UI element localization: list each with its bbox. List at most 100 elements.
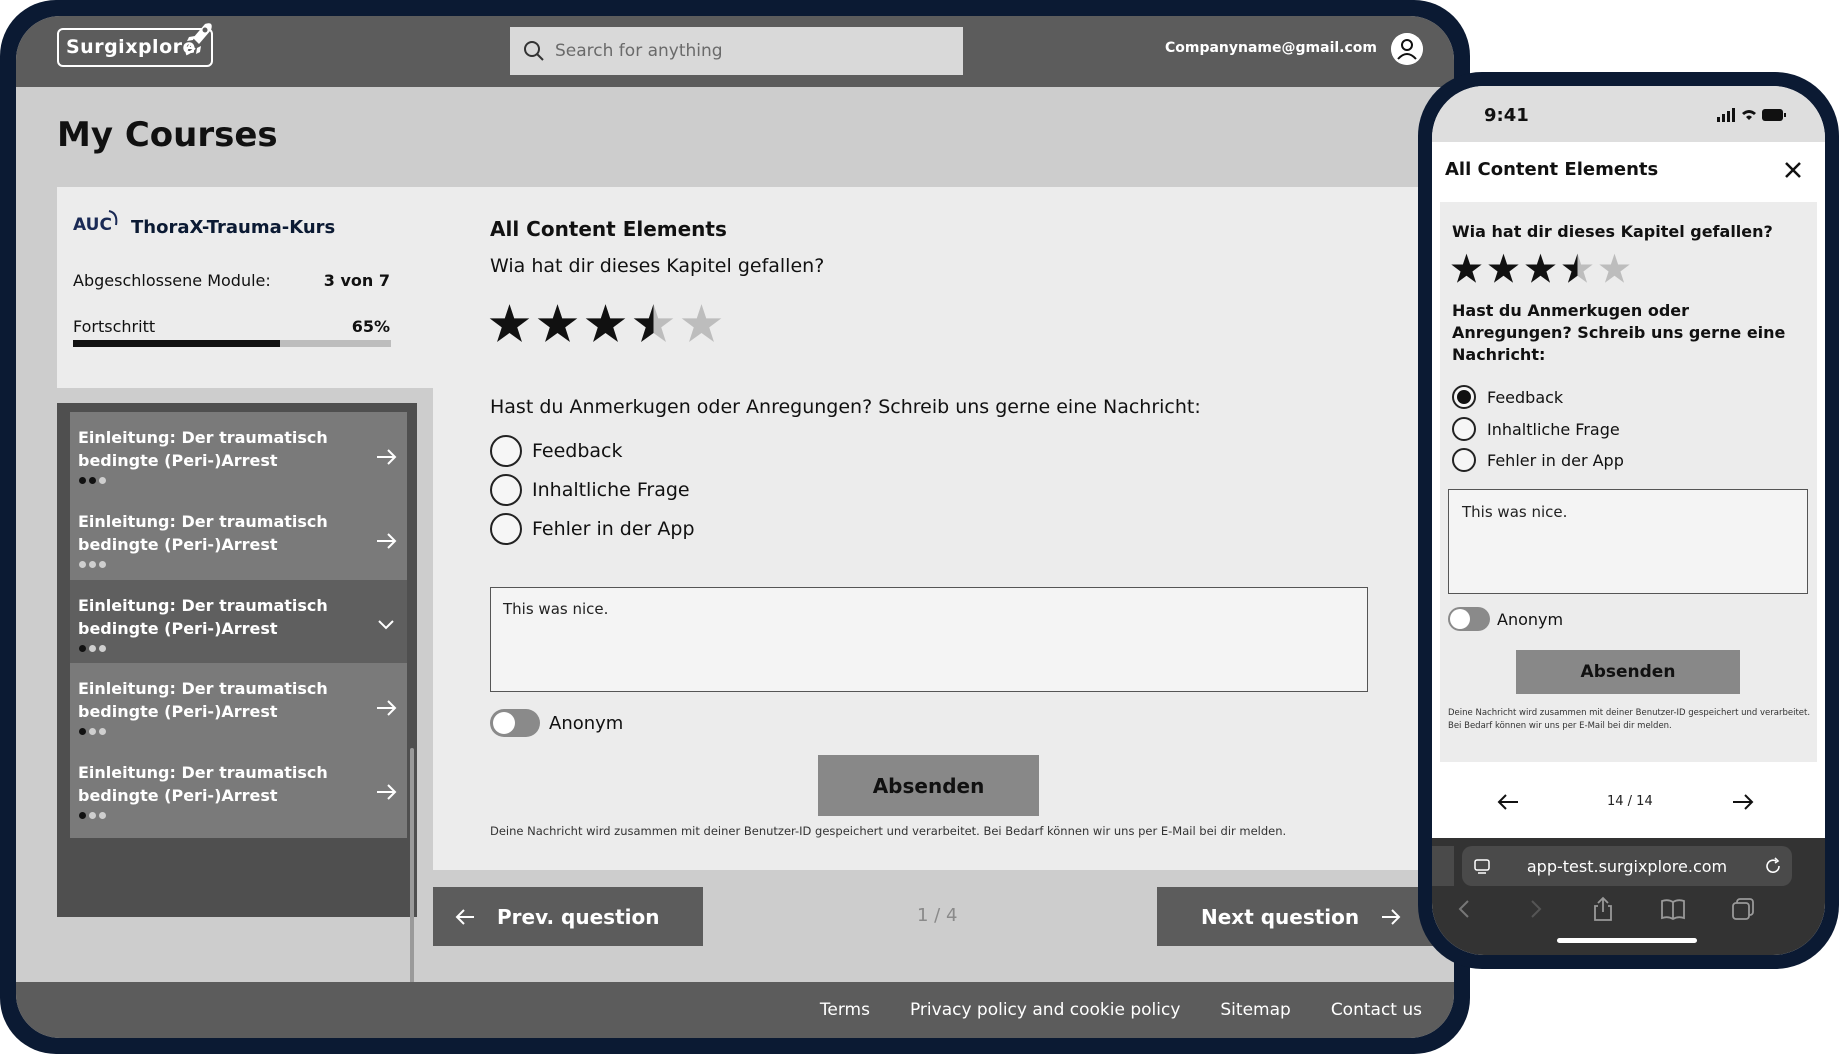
phone-anonym-toggle-row[interactable]: Anonym xyxy=(1448,607,1563,631)
star-filled-icon[interactable] xyxy=(1487,252,1520,285)
footer-link-sitemap[interactable]: Sitemap xyxy=(1220,1000,1290,1020)
radio-button[interactable] xyxy=(490,435,522,467)
module-title: Einleitung: Der traumatisch bedingte (Pe… xyxy=(78,596,328,638)
modules-value: 3 von 7 xyxy=(323,271,390,290)
phone-anonym-toggle[interactable] xyxy=(1448,607,1490,631)
star-empty-icon[interactable] xyxy=(680,302,723,345)
anonym-toggle[interactable] xyxy=(490,709,540,737)
phone-pager: 14 / 14 xyxy=(1432,762,1825,838)
phone-star-rating[interactable] xyxy=(1450,252,1631,285)
next-question-button[interactable]: Next question xyxy=(1157,887,1447,946)
module-item[interactable]: Einleitung: Der traumatisch bedingte (Pe… xyxy=(70,496,407,587)
star-filled-icon[interactable] xyxy=(488,302,531,345)
module-step-dot xyxy=(99,561,106,568)
share-icon[interactable] xyxy=(1590,896,1616,922)
tablet-frame: Surgixplore Companyname@gmail.com xyxy=(0,0,1470,1054)
arrow-left-icon[interactable] xyxy=(1496,792,1520,812)
module-list-scrollbar[interactable] xyxy=(410,748,414,998)
phone-message-textarea[interactable]: This was nice. xyxy=(1448,489,1808,594)
back-icon[interactable] xyxy=(1452,896,1478,922)
previous-tab-edge[interactable] xyxy=(1432,846,1454,886)
phone-radio-option-inhaltliche-frage[interactable]: Inhaltliche Frage xyxy=(1452,417,1620,441)
content-heading: All Content Elements xyxy=(490,217,727,241)
arrow-right-icon xyxy=(377,449,397,465)
auc-logo-arc xyxy=(108,210,118,226)
message-textarea[interactable]: This was nice. xyxy=(490,587,1368,692)
footer-link-privacy[interactable]: Privacy policy and cookie policy xyxy=(910,1000,1180,1020)
question-counter: 1 / 4 xyxy=(917,905,958,926)
close-icon[interactable] xyxy=(1783,160,1803,180)
phone-feedback-prompt: Hast du Anmerkugen oder Anregungen? Schr… xyxy=(1452,301,1786,364)
module-step-dot xyxy=(79,728,86,735)
module-title: Einleitung: Der traumatisch bedingte (Pe… xyxy=(78,428,328,470)
radio-button[interactable] xyxy=(490,474,522,506)
module-progress-dots xyxy=(79,645,106,652)
radio-option-inhaltliche-frage[interactable]: Inhaltliche Frage xyxy=(490,474,690,506)
module-item[interactable]: Einleitung: Der traumatisch bedingte (Pe… xyxy=(70,412,407,503)
logo-text: Surgixplore xyxy=(66,36,196,58)
anonym-toggle-row[interactable]: Anonym xyxy=(490,709,623,737)
phone-radio-option-feedback[interactable]: Feedback xyxy=(1452,385,1563,409)
module-title: Einleitung: Der traumatisch bedingte (Pe… xyxy=(78,763,328,805)
submit-button[interactable]: Absenden xyxy=(818,755,1039,816)
star-filled-icon[interactable] xyxy=(536,302,579,345)
radio-button[interactable] xyxy=(1452,417,1476,441)
arrow-right-icon xyxy=(377,533,397,549)
bookmarks-icon[interactable] xyxy=(1660,896,1686,922)
reload-icon[interactable] xyxy=(1764,857,1782,875)
radio-label: Inhaltliche Frage xyxy=(532,479,690,501)
star-empty-icon[interactable] xyxy=(1598,252,1631,285)
module-step-dot xyxy=(79,477,86,484)
radio-button-checked[interactable] xyxy=(1452,385,1476,409)
star-half-icon[interactable] xyxy=(1561,252,1594,285)
phone-page-counter: 14 / 14 xyxy=(1607,794,1653,809)
search-input[interactable] xyxy=(555,27,945,75)
module-item[interactable]: Einleitung: Der traumatisch bedingte (Pe… xyxy=(70,663,407,754)
module-item[interactable]: Einleitung: Der traumatisch bedingte (Pe… xyxy=(70,747,407,838)
home-indicator[interactable] xyxy=(1557,938,1697,943)
star-filled-icon[interactable] xyxy=(1524,252,1557,285)
radio-label: Inhaltliche Frage xyxy=(1487,419,1620,439)
forward-icon[interactable] xyxy=(1522,896,1548,922)
progress-value: 65% xyxy=(351,317,390,336)
module-item[interactable]: Einleitung: Der traumatisch bedingte (Pe… xyxy=(70,580,407,671)
radio-button[interactable] xyxy=(490,513,522,545)
arrow-right-icon[interactable] xyxy=(1731,792,1755,812)
radio-option-feedback[interactable]: Feedback xyxy=(490,435,622,467)
app-logo[interactable]: Surgixplore xyxy=(57,23,213,67)
radio-label: Feedback xyxy=(532,440,623,462)
user-avatar-icon[interactable] xyxy=(1391,33,1423,65)
auc-logo: AUC xyxy=(73,210,118,235)
url-bar[interactable]: app-test.surgixplore.com xyxy=(1462,846,1792,886)
user-email: Companyname@gmail.com xyxy=(1164,40,1377,56)
radio-label: Fehler in der App xyxy=(1487,450,1624,470)
tabs-icon[interactable] xyxy=(1730,896,1756,922)
radio-label: Fehler in der App xyxy=(532,518,695,540)
radio-button[interactable] xyxy=(1452,448,1476,472)
module-progress-dots xyxy=(79,477,106,484)
progress-bar-fill xyxy=(73,340,280,347)
anonym-label: Anonym xyxy=(549,712,624,734)
star-half-icon[interactable] xyxy=(632,302,675,345)
arrow-right-icon xyxy=(1382,908,1401,925)
star-rating[interactable] xyxy=(488,302,723,345)
star-filled-icon[interactable] xyxy=(1450,252,1483,285)
phone-submit-button[interactable]: Absenden xyxy=(1516,650,1740,694)
arrow-right-icon xyxy=(377,784,397,800)
module-list: Einleitung: Der traumatisch bedingte (Pe… xyxy=(57,403,417,998)
footer-link-contact[interactable]: Contact us xyxy=(1331,1000,1422,1020)
course-name: ThoraX-Trauma-Kurs xyxy=(131,217,336,238)
module-step-dot xyxy=(89,561,96,568)
radio-option-fehler-app[interactable]: Fehler in der App xyxy=(490,513,695,545)
url-text: app-test.surgixplore.com xyxy=(1526,857,1728,876)
footer-link-terms[interactable]: Terms xyxy=(820,1000,870,1020)
module-step-dot xyxy=(89,728,96,735)
phone-frame: 9:41 All Content Elements Wia hat dir di… xyxy=(1418,72,1839,969)
search-bar[interactable] xyxy=(510,27,963,75)
prev-question-button[interactable]: Prev. question xyxy=(433,887,703,946)
phone-radio-option-fehler-app[interactable]: Fehler in der App xyxy=(1452,448,1624,472)
module-step-dot xyxy=(89,477,96,484)
footer-links: Terms Privacy policy and cookie policy S… xyxy=(820,1000,1422,1020)
phone-anonym-label: Anonym xyxy=(1497,609,1564,629)
star-filled-icon[interactable] xyxy=(584,302,627,345)
